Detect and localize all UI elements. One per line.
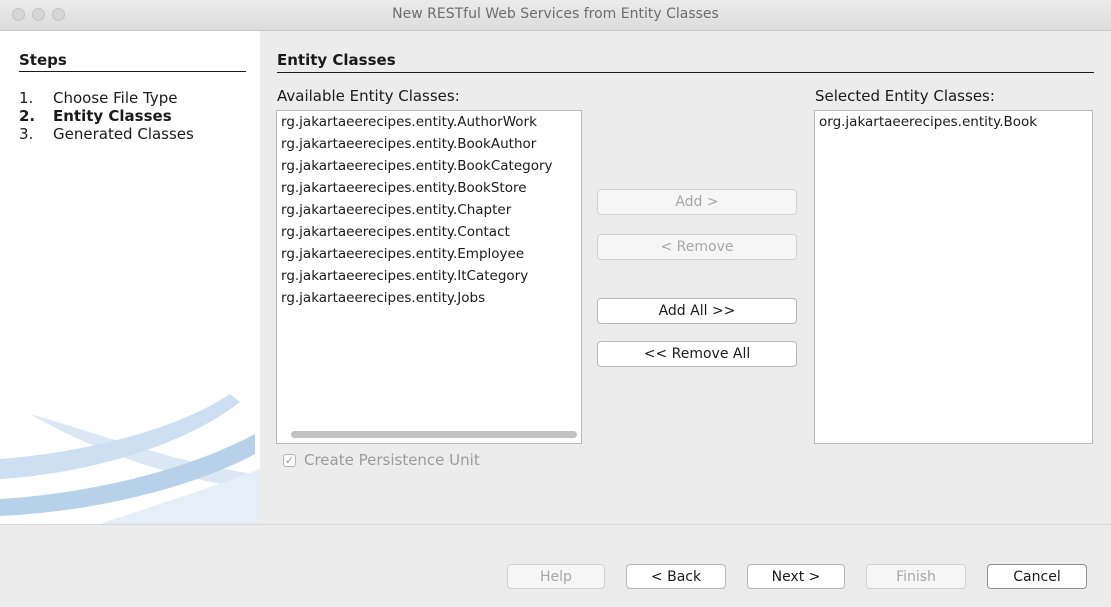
list-item[interactable]: org.jakartaeerecipes.entity.Book [815, 111, 1092, 133]
horizontal-scrollbar[interactable] [291, 431, 577, 438]
step-item-generated-classes: 3. Generated Classes [19, 125, 194, 143]
list-item[interactable]: rg.jakartaeerecipes.entity.BookStore [277, 177, 581, 199]
list-item[interactable]: rg.jakartaeerecipes.entity.Chapter [277, 199, 581, 221]
steps-panel: Steps 1. Choose File Type 2. Entity Clas… [0, 31, 260, 524]
add-button[interactable]: Add > [597, 189, 797, 215]
wizard-swoosh-graphic [0, 394, 260, 524]
add-all-button[interactable]: Add All >> [597, 298, 797, 324]
selected-classes-label: Selected Entity Classes: [815, 87, 995, 105]
remove-button[interactable]: < Remove [597, 234, 797, 260]
list-item[interactable]: rg.jakartaeerecipes.entity.BookAuthor [277, 133, 581, 155]
list-item[interactable]: rg.jakartaeerecipes.entity.Jobs [277, 287, 581, 309]
create-persistence-unit-label: Create Persistence Unit [304, 451, 480, 469]
list-item[interactable]: rg.jakartaeerecipes.entity.BookCategory [277, 155, 581, 177]
title-bar[interactable]: New RESTful Web Services from Entity Cla… [0, 0, 1111, 31]
dialog-window: New RESTful Web Services from Entity Cla… [0, 0, 1111, 607]
finish-button[interactable]: Finish [866, 564, 966, 589]
available-classes-list[interactable]: rg.jakartaeerecipes.entity.AuthorWork rg.… [276, 110, 582, 444]
content-title: Entity Classes [277, 51, 1094, 73]
selected-classes-list[interactable]: org.jakartaeerecipes.entity.Book [814, 110, 1093, 444]
back-button[interactable]: < Back [626, 564, 726, 589]
step-label: Choose File Type [53, 89, 178, 107]
checkbox-checked-icon[interactable]: ✓ [283, 453, 296, 467]
next-button[interactable]: Next > [747, 564, 845, 589]
available-classes-label: Available Entity Classes: [277, 87, 460, 105]
help-button[interactable]: Help [507, 564, 605, 589]
steps-list: 1. Choose File Type 2. Entity Classes 3.… [19, 89, 194, 143]
list-item[interactable]: rg.jakartaeerecipes.entity.AuthorWork [277, 111, 581, 133]
remove-all-button[interactable]: << Remove All [597, 341, 797, 367]
list-item[interactable]: rg.jakartaeerecipes.entity.ItCategory [277, 265, 581, 287]
step-item-choose-file-type: 1. Choose File Type [19, 89, 178, 107]
list-item[interactable]: rg.jakartaeerecipes.entity.Contact [277, 221, 581, 243]
cancel-button[interactable]: Cancel [987, 564, 1087, 589]
step-label: Entity Classes [53, 107, 172, 125]
list-item[interactable]: rg.jakartaeerecipes.entity.Employee [277, 243, 581, 265]
steps-heading: Steps [19, 51, 246, 72]
create-persistence-unit-option[interactable]: ✓ Create Persistence Unit [283, 451, 480, 469]
step-item-entity-classes: 2. Entity Classes [19, 107, 172, 125]
window-title: New RESTful Web Services from Entity Cla… [392, 6, 719, 22]
step-label: Generated Classes [53, 125, 194, 143]
